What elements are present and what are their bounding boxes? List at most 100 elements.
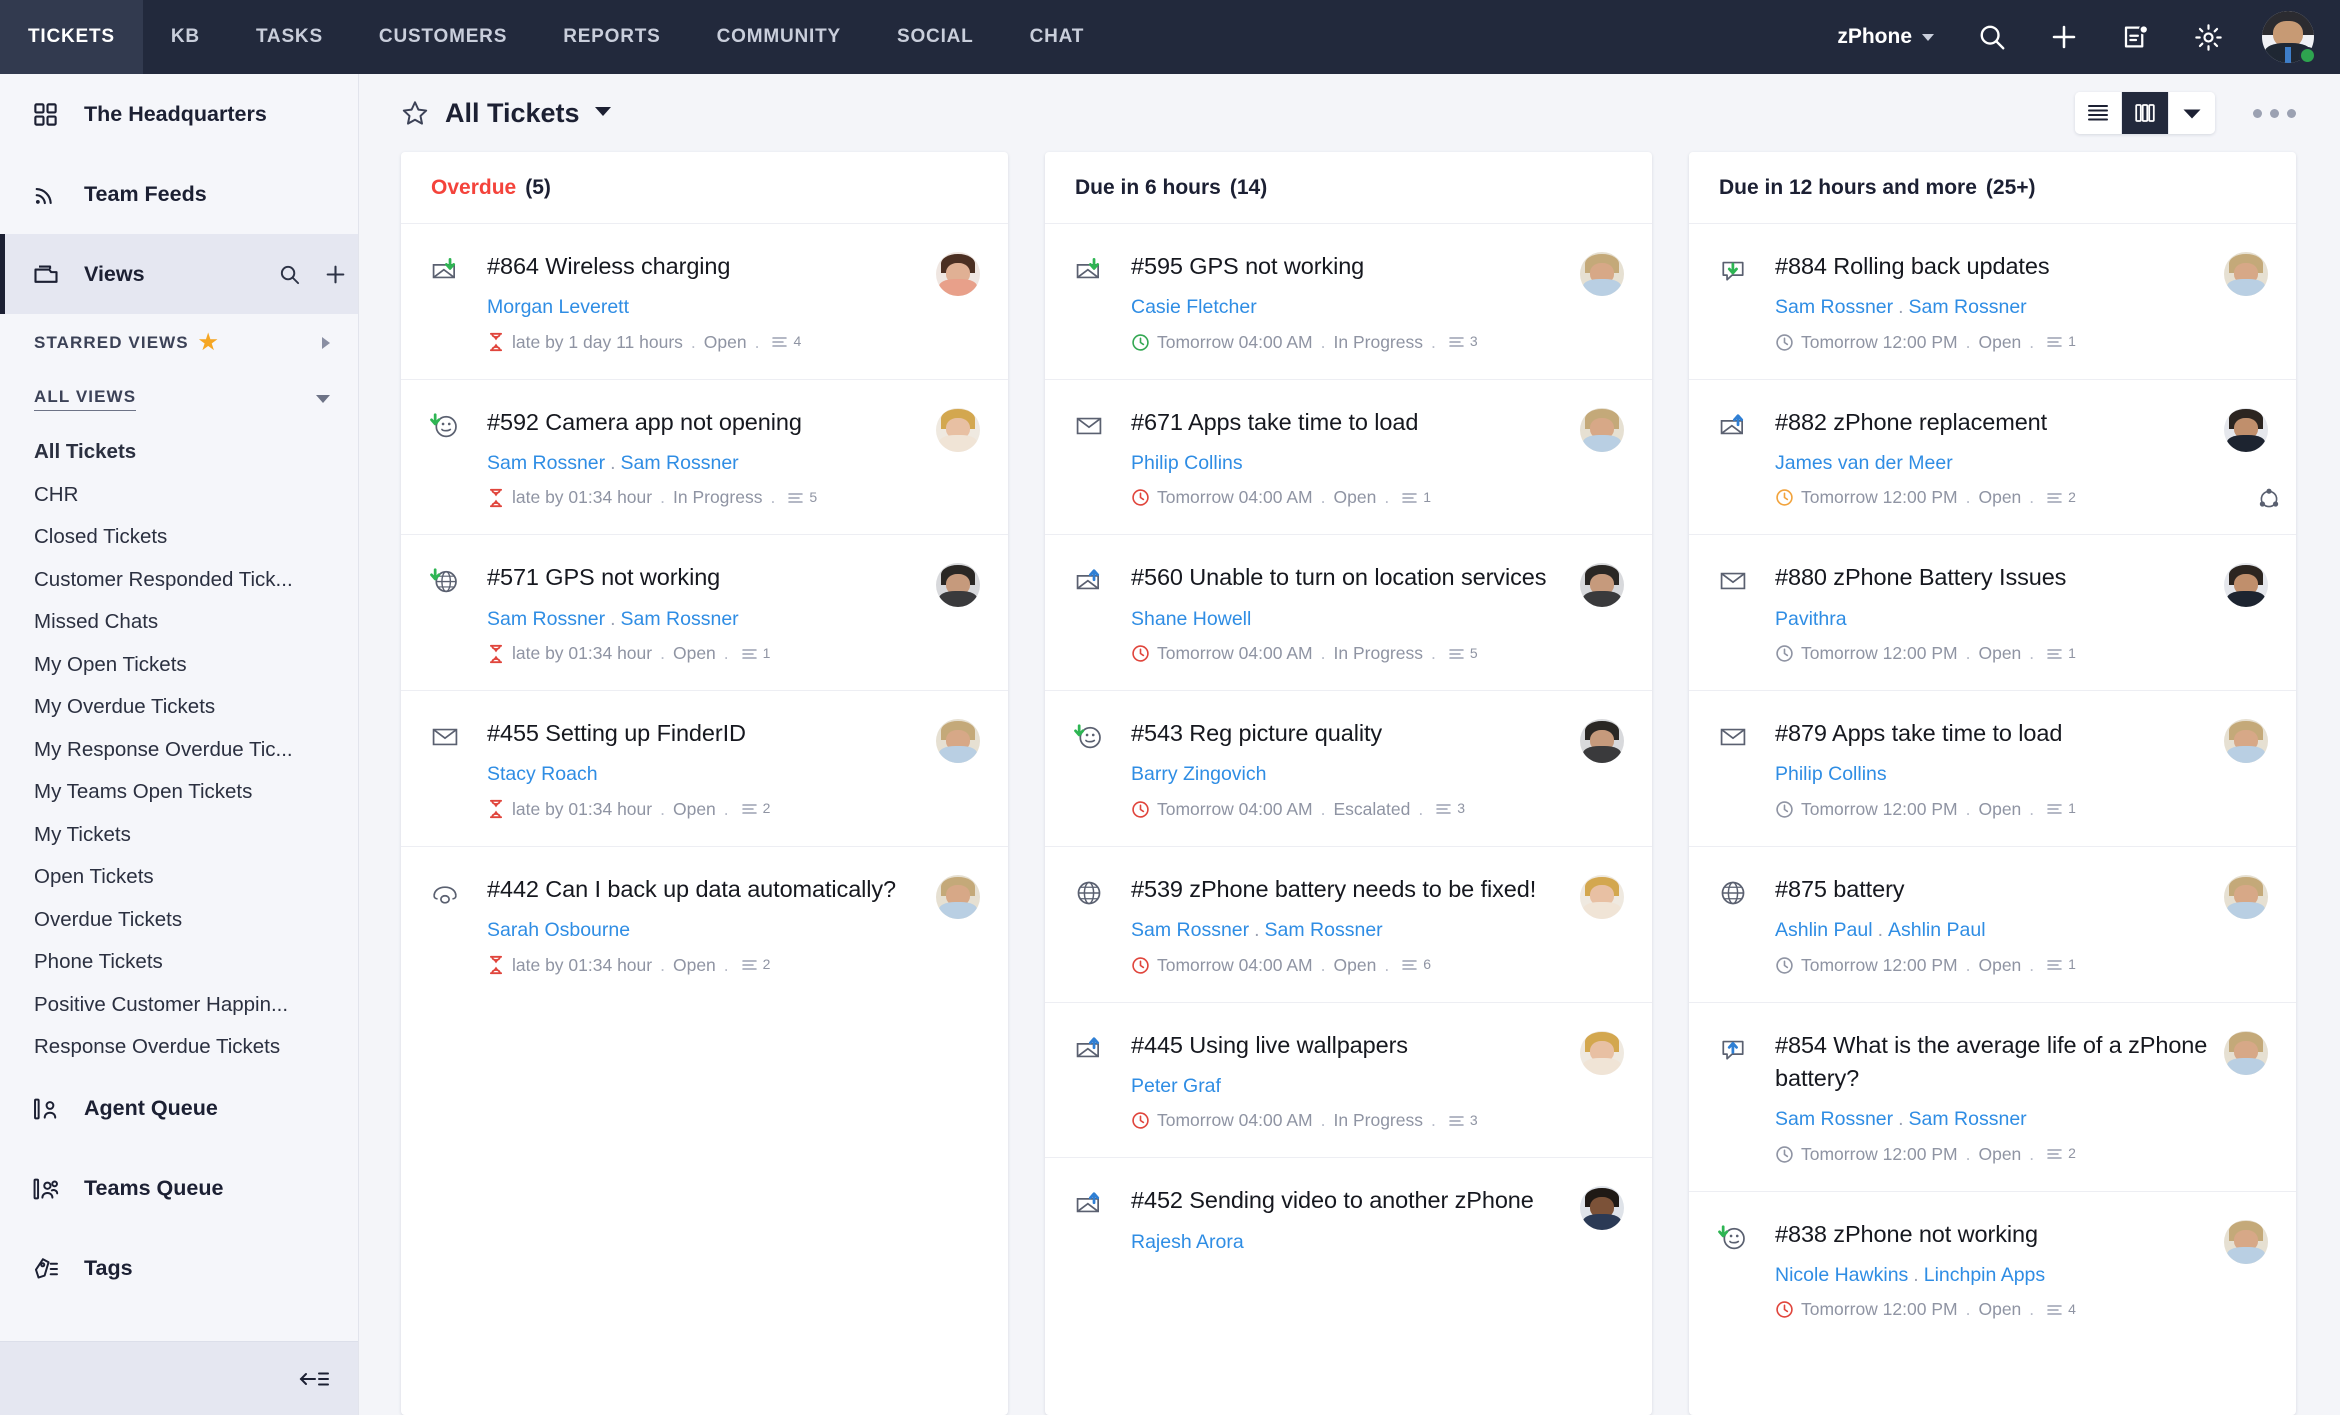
chevron-down-icon[interactable] (316, 395, 330, 403)
nav-tab-customers[interactable]: CUSTOMERS (351, 0, 535, 74)
sidebar-view-item[interactable]: Open Tickets (0, 856, 358, 899)
views-add-icon[interactable] (312, 262, 358, 287)
ticket-person-link[interactable]: Sam Rossner (621, 608, 739, 630)
ticket-title[interactable]: #882 zPhone replacement (1775, 406, 2212, 439)
ticket-title[interactable]: #592 Camera app not opening (487, 406, 924, 439)
sidebar-view-item[interactable]: Closed Tickets (0, 516, 358, 559)
ticket-card[interactable]: #445 Using live wallpapers Peter Graf Tomo… (1045, 1003, 1652, 1159)
sidebar-view-item[interactable]: Customer Responded Tick... (0, 559, 358, 602)
ticket-assignee-avatar[interactable] (1580, 1029, 1626, 1132)
ticket-assignee-avatar[interactable] (1580, 873, 1626, 976)
more-options-icon[interactable] (2253, 108, 2296, 118)
ticket-card[interactable]: #884 Rolling back updates Sam Rossner. Sam… (1689, 224, 2296, 380)
ticket-person-link[interactable]: Sam Rossner (1775, 1108, 1893, 1130)
ticket-person-link[interactable]: Sam Rossner (1131, 919, 1249, 941)
ticket-person-link[interactable]: Pavithra (1775, 608, 1847, 630)
list-view-icon[interactable] (2075, 92, 2121, 134)
ticket-title[interactable]: #875 battery (1775, 873, 2212, 906)
ticket-person-link[interactable]: Sarah Osbourne (487, 919, 630, 941)
ticket-card[interactable]: #854 What is the average life of a zPhon… (1689, 1003, 2296, 1192)
sidebar-view-item[interactable]: Overdue Tickets (0, 899, 358, 942)
ticket-assignee-avatar[interactable] (2224, 873, 2270, 976)
views-search-icon[interactable] (266, 263, 312, 286)
ticket-person-link[interactable]: Shane Howell (1131, 608, 1251, 630)
ticket-title[interactable]: #880 zPhone Battery Issues (1775, 561, 2212, 594)
ticket-person-link[interactable]: Stacy Roach (487, 763, 598, 785)
avatar[interactable] (2262, 11, 2316, 64)
ticket-person-link[interactable]: Ashlin Paul (1888, 919, 1986, 941)
ticket-card[interactable]: #442 Can I back up data automatically? Sa… (401, 847, 1008, 1002)
notes-icon[interactable] (2100, 0, 2172, 74)
ticket-title[interactable]: #455 Setting up FinderID (487, 717, 924, 750)
ticket-assignee-avatar[interactable] (1580, 406, 1626, 509)
ticket-title[interactable]: #854 What is the average life of a zPhon… (1775, 1029, 2212, 1096)
ticket-person-link[interactable]: Sam Rossner (1775, 296, 1893, 318)
nav-tab-social[interactable]: SOCIAL (869, 0, 1002, 74)
collapse-sidebar-button[interactable] (0, 1341, 358, 1415)
ticket-person-link[interactable]: Sam Rossner (621, 452, 739, 474)
gear-icon[interactable] (2172, 0, 2244, 74)
ticket-card[interactable]: #543 Reg picture quality Barry Zingovich T… (1045, 691, 1652, 847)
ticket-person-link[interactable]: Sam Rossner (487, 452, 605, 474)
sidebar-view-item[interactable]: My Teams Open Tickets (0, 771, 358, 814)
sidebar-group-starred-views[interactable]: STARRED VIEWS ★ (0, 314, 358, 365)
nav-tab-tasks[interactable]: TASKS (228, 0, 351, 74)
ticket-assignee-avatar[interactable] (936, 561, 982, 664)
ticket-assignee-avatar[interactable] (2224, 1218, 2270, 1321)
ticket-card[interactable]: #592 Camera app not opening Sam Rossner. S… (401, 380, 1008, 536)
ticket-person-link[interactable]: Ashlin Paul (1775, 919, 1873, 941)
sidebar-view-item[interactable]: My Overdue Tickets (0, 686, 358, 729)
ticket-person-link[interactable]: James van der Meer (1775, 452, 1953, 474)
ticket-person-link[interactable]: Rajesh Arora (1131, 1231, 1244, 1253)
sidebar-item-team-feeds[interactable]: Team Feeds (0, 154, 358, 234)
ticket-title[interactable]: #442 Can I back up data automatically? (487, 873, 924, 906)
ticket-assignee-avatar[interactable] (2224, 406, 2281, 512)
ticket-assignee-avatar[interactable] (936, 873, 982, 976)
ticket-card[interactable]: #560 Unable to turn on location services… (1045, 535, 1652, 692)
ticket-card[interactable]: #539 zPhone battery needs to be fixed! Sa… (1045, 847, 1652, 1003)
ticket-title[interactable]: #445 Using live wallpapers (1131, 1029, 1568, 1062)
ticket-person-link[interactable]: Sam Rossner (487, 608, 605, 630)
ticket-assignee-avatar[interactable] (936, 406, 982, 509)
sidebar-item-views[interactable]: Views (0, 234, 358, 314)
ticket-card[interactable]: #879 Apps take time to load Philip Collin… (1689, 691, 2296, 847)
chevron-right-icon[interactable] (322, 336, 330, 349)
ticket-assignee-avatar[interactable] (2224, 250, 2270, 353)
ticket-assignee-avatar[interactable] (2224, 717, 2270, 820)
sidebar-view-item[interactable]: Missed Chats (0, 601, 358, 644)
ticket-assignee-avatar[interactable] (1580, 561, 1626, 664)
ticket-person-link[interactable]: Philip Collins (1131, 452, 1243, 474)
kanban-view-icon[interactable] (2122, 92, 2168, 134)
nav-tab-kb[interactable]: KB (143, 0, 228, 74)
ticket-person-link[interactable]: Philip Collins (1775, 763, 1887, 785)
ticket-assignee-avatar[interactable] (1580, 250, 1626, 353)
product-switcher[interactable]: zPhone (1815, 25, 1956, 49)
nav-tab-chat[interactable]: CHAT (1002, 0, 1113, 74)
ticket-title[interactable]: #595 GPS not working (1131, 250, 1568, 283)
ticket-person-link[interactable]: Morgan Leverett (487, 296, 629, 318)
ticket-card[interactable]: #880 zPhone Battery Issues Pavithra Tomorr… (1689, 535, 2296, 692)
ticket-person-link[interactable]: Casie Fletcher (1131, 296, 1257, 318)
sidebar-group-all-views[interactable]: ALL VIEWS (0, 365, 358, 421)
ticket-title[interactable]: #864 Wireless charging (487, 250, 924, 283)
sidebar-view-item[interactable]: Positive Customer Happin... (0, 984, 358, 1027)
ticket-person-link[interactable]: Sam Rossner (1909, 296, 2027, 318)
ticket-person-link[interactable]: Sam Rossner (1909, 1108, 2027, 1130)
star-outline-icon[interactable] (401, 99, 429, 127)
ticket-card[interactable]: #595 GPS not working Casie Fletcher Tomorr… (1045, 224, 1652, 380)
ticket-title[interactable]: #543 Reg picture quality (1131, 717, 1568, 750)
ticket-assignee-avatar[interactable] (936, 250, 982, 353)
ticket-person-link[interactable]: Nicole Hawkins (1775, 1264, 1908, 1286)
ticket-card[interactable]: #838 zPhone not working Nicole Hawkins. Li… (1689, 1192, 2296, 1347)
ticket-title[interactable]: #671 Apps take time to load (1131, 406, 1568, 439)
ticket-assignee-avatar[interactable] (2224, 561, 2270, 664)
ticket-title[interactable]: #879 Apps take time to load (1775, 717, 2212, 750)
sidebar-view-item[interactable]: CHR (0, 474, 358, 517)
ticket-card[interactable]: #671 Apps take time to load Philip Collin… (1045, 380, 1652, 536)
ticket-assignee-avatar[interactable] (1580, 717, 1626, 820)
sidebar-item-the-headquarters[interactable]: The Headquarters (0, 74, 358, 154)
sidebar-item-agent-queue[interactable]: Agent Queue (0, 1069, 358, 1149)
sidebar-item-teams-queue[interactable]: Teams Queue (0, 1149, 358, 1229)
ticket-assignee-avatar[interactable] (936, 717, 982, 820)
chevron-down-icon[interactable] (594, 104, 612, 122)
